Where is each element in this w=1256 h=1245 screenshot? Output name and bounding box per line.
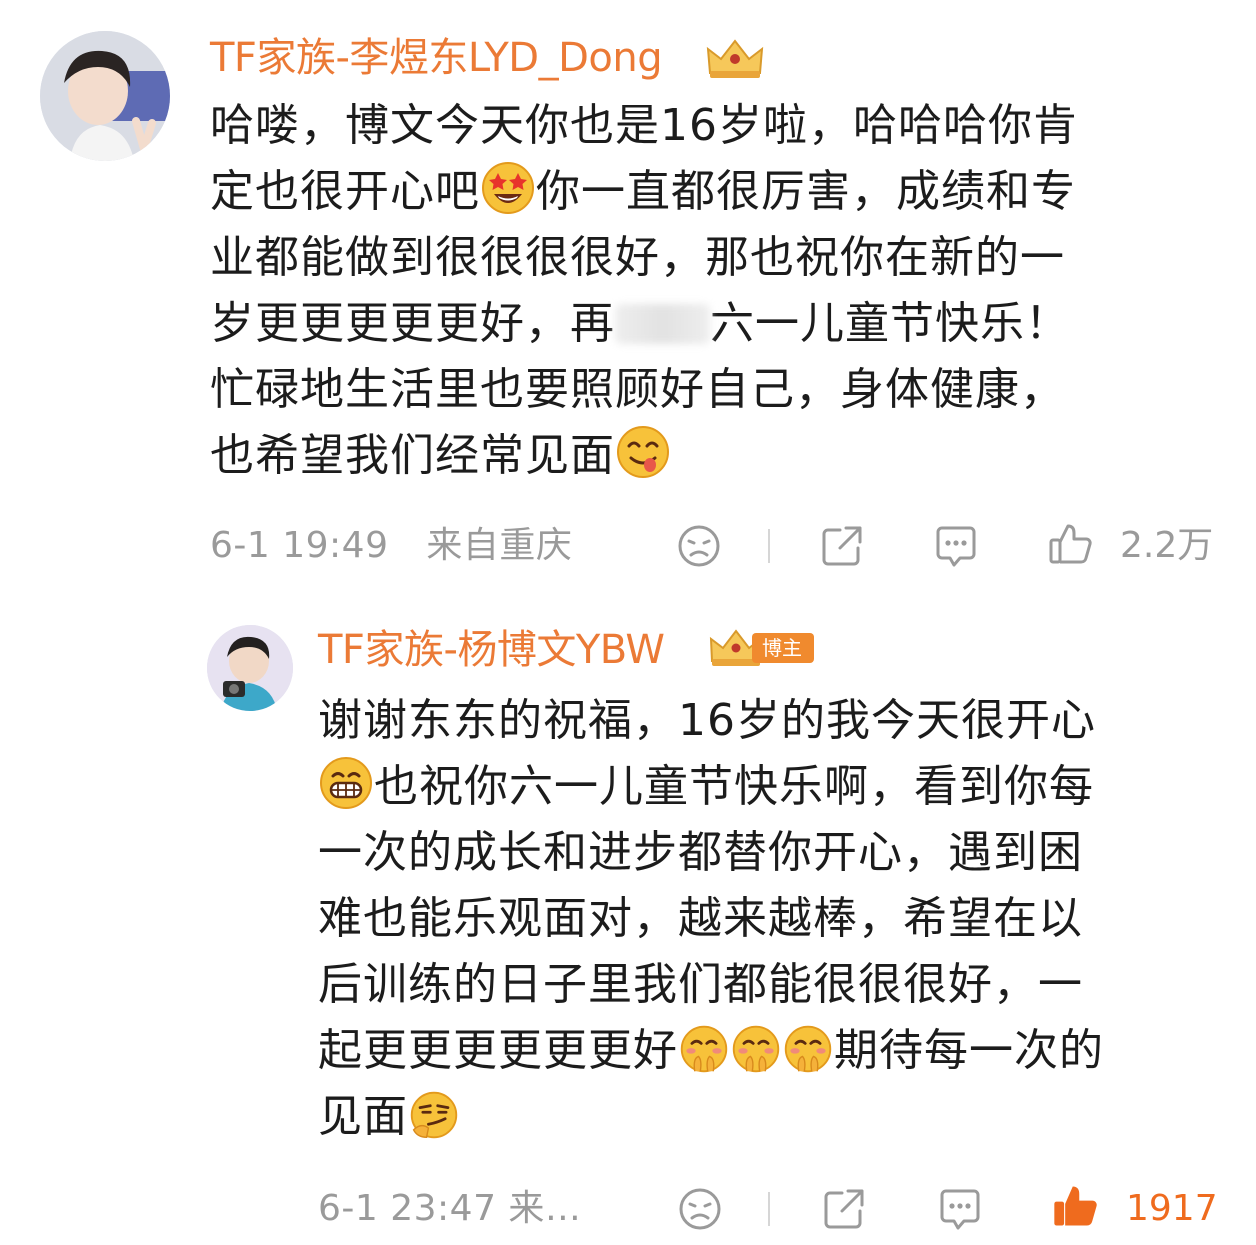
username[interactable]: TF家族-杨博文YBW [318, 625, 665, 675]
comment-content: 哈喽，博文今天你也是16岁啦，哈哈哈你肯 定也很开心吧 你一直都很厉害，成绩和专 … [210, 93, 1210, 489]
content-line: 谢谢东东的祝福，16岁的我今天很开心 [318, 695, 1096, 746]
share-button[interactable] [820, 1185, 868, 1233]
share-icon [824, 1189, 864, 1229]
smirk-emoji-icon [410, 1091, 458, 1139]
content-line: 也祝你六一儿童节快乐啊，看到你每 [318, 754, 1218, 820]
blogger-badge: 博主 [708, 629, 826, 666]
content-line: 见面 [318, 1084, 1218, 1150]
grin-emoji-icon [320, 757, 372, 809]
content-line: 业都能做到很很很很好，那也祝你在新的一 [210, 232, 1065, 283]
comment-location: 来自重庆 [426, 525, 573, 566]
comment-button[interactable] [932, 522, 980, 570]
avatar[interactable] [207, 625, 293, 711]
dislike-button[interactable] [676, 1185, 724, 1233]
content-line: 后训练的日子里我们都能很很很好，一 [318, 959, 1083, 1010]
comment-button[interactable] [936, 1185, 984, 1233]
username[interactable]: TF家族-李煜东LYD_Dong [210, 33, 663, 83]
like-count: 1917 [1126, 1188, 1218, 1229]
divider [768, 529, 770, 563]
share-icon [822, 526, 862, 566]
content-line: 也希望我们经常见面 [210, 423, 1210, 489]
avatar-image [40, 31, 170, 161]
blurred-text [615, 304, 710, 344]
content-line: 起更更更更更更好 期待每一次的 [318, 1025, 1104, 1076]
star-struck-emoji-icon [482, 162, 534, 214]
content-line: 一次的成长和进步都替你开心，遇到困 [318, 827, 1083, 878]
avatar[interactable] [40, 31, 170, 161]
comment-time: 6-1 19:49 [210, 525, 389, 566]
comment-meta: 6-1 23:47 来… [318, 1188, 582, 1229]
like-count: 2.2万 [1120, 525, 1214, 566]
comment-bubble-icon [936, 526, 976, 567]
comment-meta: 6-1 19:49 来自重庆 [210, 524, 572, 568]
dislike-button[interactable] [675, 522, 723, 570]
content-line: 忙碌地生活里也要照顾好自己，身体健康， [210, 364, 1065, 415]
thumbs-up-icon [1054, 1186, 1097, 1226]
like-button[interactable] [1047, 520, 1095, 568]
comment-bubble-icon [940, 1189, 980, 1230]
content-line: 定也很开心吧 你一直都很厉害，成绩和专 [210, 159, 1210, 225]
blogger-tag: 博主 [752, 633, 814, 663]
divider [768, 1192, 770, 1226]
shy-emoji-icon [732, 1025, 780, 1073]
crown-badge-icon [706, 39, 764, 78]
shy-emoji-icon [680, 1025, 728, 1073]
content-line: 哈喽，博文今天你也是16岁啦，哈哈哈你肯 [210, 100, 1078, 151]
avatar-image [207, 625, 293, 711]
like-button[interactable] [1050, 1180, 1102, 1232]
content-line: 难也能乐观面对，越来越棒，希望在以 [318, 893, 1083, 944]
dislike-face-icon [679, 1188, 721, 1230]
thumbs-up-icon [1049, 524, 1092, 564]
yum-emoji-icon [617, 426, 669, 478]
comment-content: 谢谢东东的祝福，16岁的我今天很开心 也祝你六一儿童节快乐啊，看到你每 一次的成… [318, 688, 1218, 1150]
content-line: 岁更更更更更好，再 六一儿童节快乐！ [210, 298, 1070, 349]
dislike-face-icon [678, 525, 720, 567]
share-button[interactable] [818, 522, 866, 570]
shy-emoji-icon [784, 1025, 832, 1073]
